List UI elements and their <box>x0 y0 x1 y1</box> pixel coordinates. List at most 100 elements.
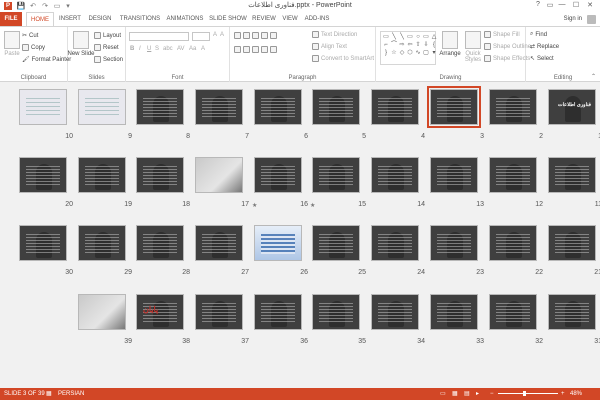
select-button[interactable]: ↖ Select <box>530 55 554 63</box>
shape-triangle-icon[interactable]: △ <box>430 33 438 41</box>
slide-thumbnail[interactable] <box>78 89 126 125</box>
slide-thumbnail[interactable]: پایان <box>136 294 184 330</box>
slide-thumbnail[interactable] <box>78 294 126 330</box>
slide-thumbnail[interactable] <box>195 89 243 125</box>
slideshow-view-icon[interactable]: ▸ <box>476 388 479 400</box>
tab-transitions[interactable]: TRANSITIONS <box>118 12 162 26</box>
shape-outline-button[interactable]: Shape Outline <box>484 43 531 50</box>
slide-thumbnail[interactable] <box>254 225 302 261</box>
shape-brace2-icon[interactable]: } <box>382 49 390 57</box>
smartart-button[interactable]: Convert to SmartArt <box>312 55 374 62</box>
arrange-button[interactable]: Arrange <box>439 31 461 57</box>
shape-curve2-icon[interactable]: ∿ <box>414 49 422 57</box>
zoom-slider[interactable] <box>498 391 558 396</box>
shape-rect-icon[interactable]: ▭ <box>382 33 390 41</box>
slide-thumbnail[interactable] <box>427 86 481 128</box>
slide-sorter-view-icon[interactable]: ▦ <box>452 388 458 400</box>
slide-thumbnail[interactable] <box>136 157 184 193</box>
normal-view-icon[interactable]: ▭ <box>440 388 446 400</box>
shape-brace-icon[interactable]: { <box>430 41 438 49</box>
zoom-level[interactable]: 48% <box>570 388 582 400</box>
shape-star-icon[interactable]: ☆ <box>390 49 398 57</box>
paste-button[interactable]: Paste <box>3 31 21 57</box>
slide-thumbnail[interactable] <box>371 89 419 125</box>
zoom-out-button[interactable]: − <box>490 388 494 400</box>
slide-thumbnail[interactable] <box>136 225 184 261</box>
font-size-combo[interactable] <box>192 32 210 41</box>
shape-line2-icon[interactable]: ╲ <box>398 33 406 41</box>
tab-insert[interactable]: INSERT <box>58 12 82 26</box>
shrink-font-icon[interactable]: A <box>220 32 224 38</box>
slide-thumbnail[interactable] <box>254 157 302 193</box>
slide-thumbnail[interactable] <box>19 89 67 125</box>
align-text-button[interactable]: Align Text <box>312 43 347 50</box>
undo-icon[interactable]: ↶ <box>28 1 38 11</box>
bold-button[interactable]: B <box>130 46 134 52</box>
slide-thumbnail[interactable] <box>548 225 596 261</box>
strikethrough-button[interactable]: S <box>155 46 159 52</box>
present-icon[interactable]: ▭ <box>52 1 62 11</box>
tab-animations[interactable]: ANIMATIONS <box>164 12 206 26</box>
slide-thumbnail[interactable] <box>136 89 184 125</box>
new-slide-button[interactable]: New Slide <box>68 31 95 57</box>
shape-rect3-icon[interactable]: ▭ <box>422 33 430 41</box>
tab-file[interactable]: FILE <box>0 12 22 26</box>
slide-thumbnail[interactable] <box>548 157 596 193</box>
text-shadow-button[interactable]: abc <box>163 46 173 52</box>
align-buttons[interactable] <box>234 46 277 53</box>
shape-callout-icon[interactable]: ▢ <box>422 49 430 57</box>
shape-corner-icon[interactable]: ⌐ <box>382 41 390 49</box>
reset-button[interactable]: Reset <box>94 44 119 51</box>
tab-home[interactable]: HOME <box>26 12 54 27</box>
shape-rect2-icon[interactable]: ▭ <box>406 33 414 41</box>
quick-styles-button[interactable]: Quick Styles <box>462 31 484 63</box>
tab-review[interactable]: REVIEW <box>250 12 278 26</box>
reading-view-icon[interactable]: ▤ <box>464 388 470 400</box>
tab-view[interactable]: VIEW <box>280 12 300 26</box>
close-button[interactable]: ✕ <box>584 1 596 11</box>
cut-button[interactable]: ✂ Cut <box>22 32 38 40</box>
slide-thumbnail[interactable] <box>430 294 478 330</box>
help-icon[interactable]: ? <box>532 1 544 11</box>
change-case-button[interactable]: Aa <box>189 46 196 52</box>
shape-hexagon-icon[interactable]: ⬡ <box>406 49 414 57</box>
shape-diamond-icon[interactable]: ◇ <box>398 49 406 57</box>
slide-thumbnail[interactable] <box>548 294 596 330</box>
zoom-slider-thumb[interactable] <box>523 391 526 396</box>
sign-in-link[interactable]: Sign in <box>564 12 582 26</box>
slide-thumbnail[interactable] <box>312 225 360 261</box>
format-painter-button[interactable]: 🖌 Format Painter <box>22 56 71 64</box>
shape-line-icon[interactable]: ╲ <box>390 33 398 41</box>
shapes-gallery[interactable]: ▭ ╲ ╲ ▭ ○ ▭ △ ⌐ ⌒ ⇨ ⇦ ⇧ ⇩{ } ☆ ◇ ⬡ ∿ ▢ ▾ <box>380 31 436 65</box>
slide-thumbnail[interactable] <box>78 157 126 193</box>
slide-thumbnail[interactable] <box>312 157 360 193</box>
slide-thumbnail[interactable] <box>371 157 419 193</box>
collapse-ribbon-icon[interactable]: ⌃ <box>591 73 596 80</box>
slide-thumbnail[interactable] <box>489 157 537 193</box>
slide-thumbnail[interactable] <box>312 294 360 330</box>
shape-effects-button[interactable]: Shape Effects <box>484 55 530 62</box>
shape-arrow-right-icon[interactable]: ⇨ <box>398 41 406 49</box>
slide-thumbnail[interactable]: فناوری اطلاعات <box>548 89 596 125</box>
shape-curve-icon[interactable]: ⌒ <box>390 41 398 49</box>
slide-thumbnail[interactable] <box>430 225 478 261</box>
slide-thumbnail[interactable] <box>195 225 243 261</box>
shape-arrow-up-icon[interactable]: ⇧ <box>414 41 422 49</box>
save-icon[interactable]: 💾 <box>16 1 26 11</box>
tab-design[interactable]: DESIGN <box>86 12 114 26</box>
grow-font-icon[interactable]: A <box>213 32 217 38</box>
customize-toolbar-icon[interactable]: ▾ <box>64 1 72 11</box>
slide-thumbnail[interactable] <box>195 294 243 330</box>
slide-thumbnail[interactable] <box>489 89 537 125</box>
bullets-button[interactable] <box>234 32 277 39</box>
slide-thumbnail[interactable] <box>78 225 126 261</box>
text-direction-button[interactable]: Text Direction <box>312 31 357 38</box>
slide-thumbnail[interactable] <box>312 89 360 125</box>
layout-button[interactable]: Layout <box>94 32 121 39</box>
slide-thumbnail[interactable] <box>19 225 67 261</box>
character-spacing-button[interactable]: AV <box>177 46 185 52</box>
tab-slide-show[interactable]: SLIDE SHOW <box>208 12 248 26</box>
spelling-icon[interactable]: ▦ <box>46 388 52 400</box>
minimize-button[interactable]: — <box>556 1 568 11</box>
ribbon-display-icon[interactable]: ▭ <box>544 1 556 11</box>
